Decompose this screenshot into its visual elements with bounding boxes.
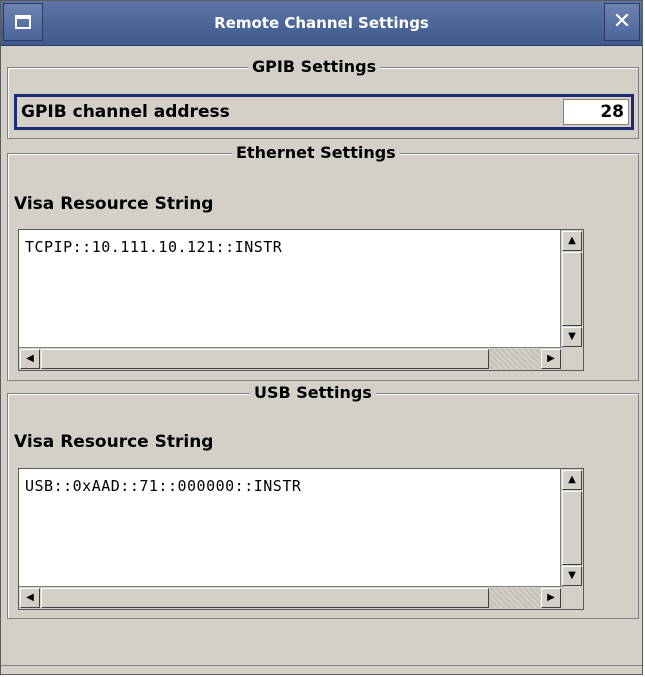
usb-horizontal-scrollbar[interactable]: ◀ ▶ <box>19 586 563 609</box>
usb-vertical-scrollbar[interactable]: ▲ ▼ <box>560 469 583 587</box>
gpib-settings-group: GPIB Settings GPIB channel address 28 <box>7 57 639 139</box>
remote-channel-settings-dialog: Remote Channel Settings ✕ GPIB Settings … <box>0 0 643 675</box>
scroll-corner <box>561 587 583 609</box>
usb-horizontal-thumb[interactable] <box>41 588 489 608</box>
ethernet-settings-legend: Ethernet Settings <box>232 143 400 163</box>
scroll-left-icon[interactable]: ◀ <box>20 349 40 369</box>
usb-resource-value: USB::0xAAD::71::000000::INSTR <box>25 477 302 495</box>
ethernet-horizontal-trough[interactable] <box>489 349 541 369</box>
close-icon: ✕ <box>612 9 632 34</box>
ethernet-resource-label: Visa Resource String <box>14 194 214 214</box>
usb-settings-legend: USB Settings <box>250 383 376 403</box>
gpib-settings-legend: GPIB Settings <box>248 57 381 77</box>
usb-resource-label: Visa Resource String <box>14 432 214 452</box>
title-bar[interactable]: Remote Channel Settings ✕ <box>1 1 642 46</box>
usb-horizontal-trough[interactable] <box>489 588 541 608</box>
scroll-down-icon[interactable]: ▼ <box>562 327 582 347</box>
scroll-right-icon[interactable]: ▶ <box>541 349 561 369</box>
scroll-down-icon[interactable]: ▼ <box>562 566 582 586</box>
ethernet-vertical-scrollbar[interactable]: ▲ ▼ <box>560 230 583 348</box>
scroll-up-icon[interactable]: ▲ <box>562 231 582 251</box>
scroll-right-icon[interactable]: ▶ <box>541 588 561 608</box>
ethernet-resource-value: TCPIP::10.111.10.121::INSTR <box>25 238 283 256</box>
usb-vertical-thumb[interactable] <box>562 491 582 565</box>
ethernet-vertical-thumb[interactable] <box>562 252 582 326</box>
bottom-edge <box>1 665 642 674</box>
ethernet-horizontal-thumb[interactable] <box>41 349 489 369</box>
scroll-corner <box>561 348 583 370</box>
ethernet-horizontal-scrollbar[interactable]: ◀ ▶ <box>19 347 563 370</box>
window-title: Remote Channel Settings <box>214 14 429 32</box>
close-button[interactable]: ✕ <box>604 3 640 41</box>
usb-settings-group: USB Settings Visa Resource String USB::0… <box>7 383 639 619</box>
scroll-up-icon[interactable]: ▲ <box>562 470 582 490</box>
usb-resource-textarea[interactable]: USB::0xAAD::71::000000::INSTR ▲ ▼ ◀ ▶ <box>18 468 584 610</box>
gpib-address-label: GPIB channel address <box>21 102 230 122</box>
gpib-address-field[interactable]: 28 <box>563 99 629 125</box>
ethernet-resource-textarea[interactable]: TCPIP::10.111.10.121::INSTR ▲ ▼ ◀ ▶ <box>18 229 584 371</box>
gpib-address-row[interactable]: GPIB channel address 28 <box>14 94 634 130</box>
ethernet-settings-group: Ethernet Settings Visa Resource String T… <box>7 143 639 381</box>
scroll-left-icon[interactable]: ◀ <box>20 588 40 608</box>
